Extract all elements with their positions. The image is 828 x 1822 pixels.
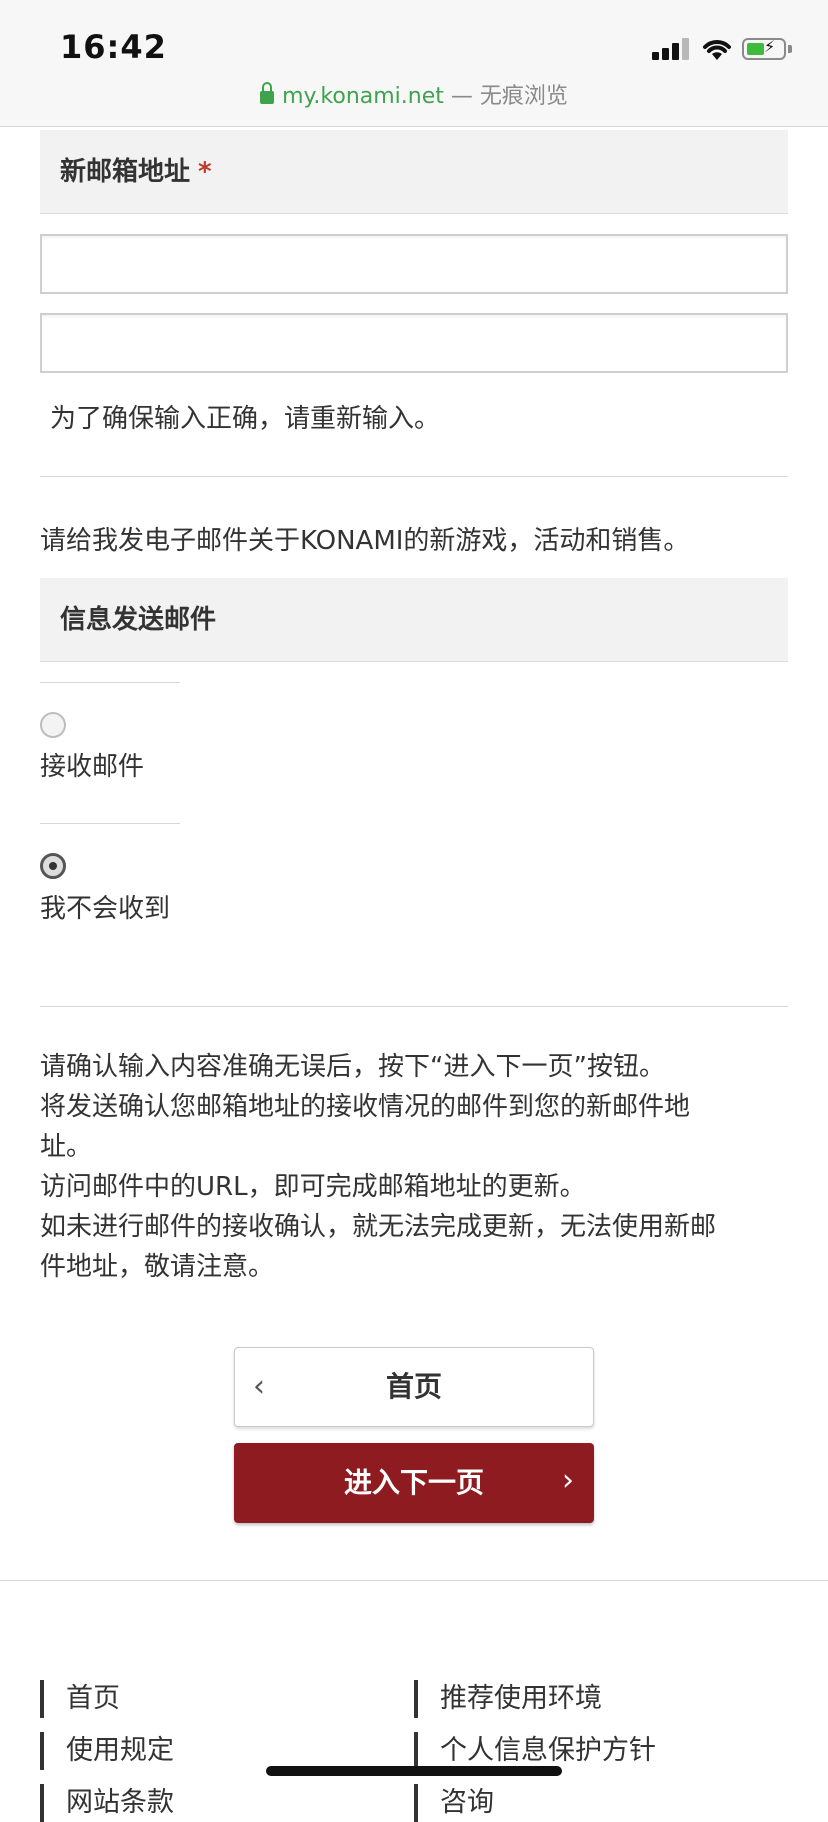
mail-section-title: 信息发送邮件 bbox=[60, 605, 217, 635]
divider bbox=[40, 476, 788, 477]
address-bar[interactable]: my.konami.net — 无痕浏览 bbox=[0, 78, 828, 110]
home-indicator[interactable] bbox=[266, 1766, 562, 1776]
home-button-label: 首页 bbox=[385, 1370, 442, 1403]
radio-label-receive[interactable]: 接收邮件 bbox=[40, 746, 144, 783]
radio-label-no-mail[interactable]: 我不会收到 bbox=[40, 888, 170, 925]
url-suffix: — 无痕浏览 bbox=[443, 84, 568, 109]
notice-line: 将发送确认您邮箱地址的接收情况的邮件到您的新邮件地 bbox=[40, 1092, 691, 1122]
battery-charging-icon: ⚡ bbox=[742, 37, 786, 60]
next-page-button[interactable]: 进入下一页 › bbox=[234, 1443, 594, 1523]
status-time: 16:42 bbox=[60, 28, 167, 66]
radio-receive-mail[interactable] bbox=[40, 712, 66, 738]
lock-icon bbox=[260, 82, 275, 104]
option-divider bbox=[40, 682, 180, 683]
required-mark: * bbox=[198, 157, 212, 187]
radio-no-mail[interactable] bbox=[40, 853, 66, 879]
notice-line: 件地址，敬请注意。 bbox=[40, 1252, 275, 1282]
newsletter-text: 请给我发电子邮件关于KONAMI的新游戏，活动和销售。 bbox=[40, 526, 690, 556]
status-bar: 16:42 ⚡ my.konami.net — 无痕浏览 bbox=[0, 0, 828, 127]
notice-line: 址。 bbox=[40, 1132, 93, 1162]
notice-text: 请确认输入内容准确无误后，按下“进入下一页”按钮。 将发送确认您邮箱地址的接收情… bbox=[40, 1047, 780, 1287]
signal-icon bbox=[652, 38, 692, 60]
divider bbox=[40, 1006, 788, 1007]
footer-link-site-terms[interactable]: 网站条款 bbox=[40, 1784, 174, 1822]
footer-divider bbox=[0, 1580, 828, 1581]
email-section-header: 新邮箱地址 * bbox=[40, 130, 788, 214]
notice-line: 如未进行邮件的接收确认，就无法完成更新，无法使用新邮 bbox=[40, 1212, 717, 1242]
chevron-left-icon: ‹ bbox=[253, 1369, 265, 1404]
footer-link-privacy[interactable]: 个人信息保护方针 bbox=[414, 1732, 656, 1770]
footer-link-home[interactable]: 首页 bbox=[40, 1680, 120, 1718]
chevron-right-icon: › bbox=[562, 1463, 574, 1498]
home-button[interactable]: ‹ 首页 bbox=[234, 1347, 594, 1427]
footer-link-contact[interactable]: 咨询 bbox=[414, 1784, 494, 1822]
footer-link-environment[interactable]: 推荐使用环境 bbox=[414, 1680, 602, 1718]
battery-tip bbox=[788, 45, 792, 53]
next-button-label: 进入下一页 bbox=[343, 1466, 484, 1499]
mail-section-header: 信息发送邮件 bbox=[40, 578, 788, 662]
new-email-input[interactable] bbox=[40, 234, 788, 294]
confirm-hint: 为了确保输入正确，请重新输入。 bbox=[50, 404, 441, 434]
option-divider bbox=[40, 823, 180, 824]
notice-line: 请确认输入内容准确无误后，按下“进入下一页”按钮。 bbox=[40, 1052, 665, 1082]
email-section-title: 新邮箱地址 bbox=[60, 157, 191, 187]
url-domain: my.konami.net bbox=[282, 84, 444, 109]
footer-link-terms[interactable]: 使用规定 bbox=[40, 1732, 174, 1770]
notice-line: 访问邮件中的URL，即可完成邮箱地址的更新。 bbox=[40, 1172, 586, 1202]
confirm-email-input[interactable] bbox=[40, 313, 788, 373]
wifi-icon bbox=[703, 40, 731, 60]
